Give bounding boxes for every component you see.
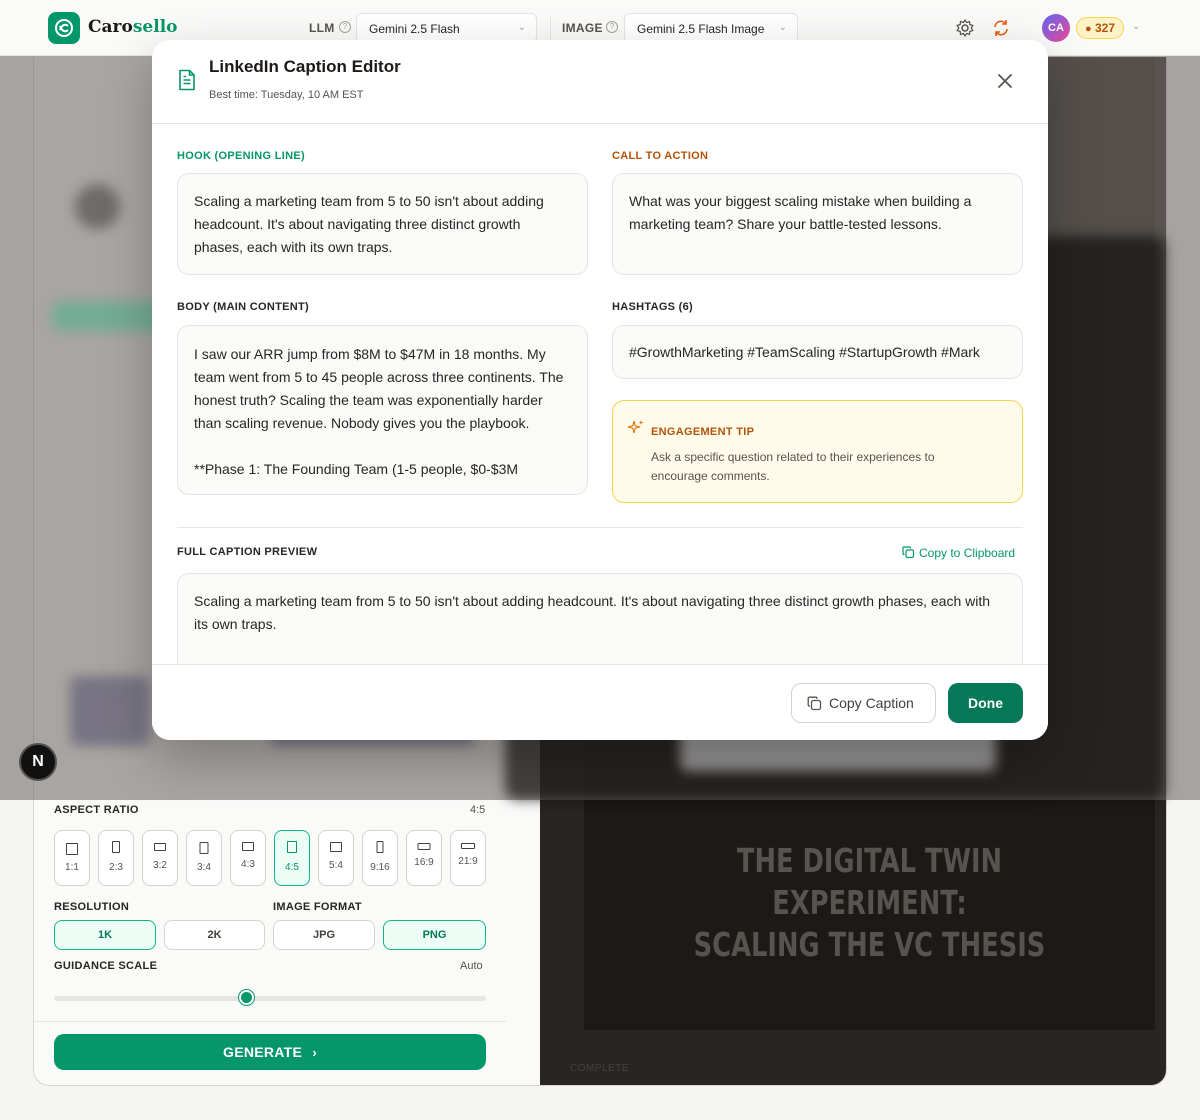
divider <box>177 527 1023 528</box>
status-text: COMPLETE <box>570 1063 630 1074</box>
copy-to-clipboard-label: Copy to Clipboard <box>919 546 1016 560</box>
document-icon <box>179 69 195 91</box>
tip-text: Ask a specific question related to their… <box>651 450 935 483</box>
copy-caption-button[interactable]: Copy Caption <box>791 683 936 723</box>
copy-caption-label: Copy Caption <box>829 695 914 711</box>
credits-count: 327 <box>1095 21 1116 35</box>
aspect-1-1-button[interactable]: 1:1 <box>54 830 90 886</box>
image-help-icon[interactable]: ? <box>606 21 618 33</box>
cta-textarea[interactable]: What was your biggest scaling mistake wh… <box>612 173 1023 275</box>
llm-label: LLM <box>309 21 335 35</box>
guidance-scale-value: Auto <box>460 960 483 972</box>
next-badge[interactable]: N <box>19 743 57 781</box>
hashtags-input[interactable]: #GrowthMarketing #TeamScaling #StartupGr… <box>612 325 1023 379</box>
aspect-21-9-button[interactable]: 21:9 <box>450 830 486 886</box>
refresh-icon[interactable] <box>991 18 1011 38</box>
done-button[interactable]: Done <box>948 683 1023 723</box>
hashtags-text: #GrowthMarketing #TeamScaling #StartupGr… <box>629 344 980 360</box>
llm-help-icon[interactable]: ? <box>339 21 351 33</box>
modal-footer: Copy Caption Done <box>152 664 1048 740</box>
copy-icon <box>902 546 915 559</box>
hashtags-label: HASHTAGS (6) <box>612 301 694 313</box>
llm-select-value: Gemini 2.5 Flash <box>369 22 460 36</box>
copy-to-clipboard-link[interactable]: Copy to Clipboard <box>902 546 1015 560</box>
aspect-5-4-button[interactable]: 5:4 <box>318 830 354 886</box>
body-paragraph: **Phase 1: The Founding Team (1-5 people… <box>194 461 519 477</box>
tip-title: ENGAGEMENT TIP <box>651 426 755 438</box>
engagement-tip: ENGAGEMENT TIP Ask a specific question r… <box>612 400 1023 503</box>
aspect-4-3-button[interactable]: 4:3 <box>230 830 266 886</box>
logo-icon[interactable] <box>48 12 80 44</box>
credits-badge[interactable]: ● 327 <box>1076 17 1125 39</box>
image-select-value: Gemini 2.5 Flash Image <box>637 22 765 36</box>
caption-editor-modal: LinkedIn Caption Editor Best time: Tuesd… <box>152 40 1048 740</box>
avatar[interactable]: CA <box>1042 14 1070 42</box>
format-jpg-button[interactable]: JPG <box>273 920 375 950</box>
cta-text: What was your biggest scaling mistake wh… <box>629 193 972 232</box>
divider <box>34 1021 506 1022</box>
guidance-slider-thumb[interactable] <box>239 990 254 1005</box>
aspect-4-5-button[interactable]: 4:5 <box>274 830 310 886</box>
guidance-scale-label: GUIDANCE SCALE <box>54 960 158 972</box>
hook-text: Scaling a marketing team from 5 to 50 is… <box>194 193 544 255</box>
sparkles-icon <box>628 420 644 434</box>
hook-textarea[interactable]: Scaling a marketing team from 5 to 50 is… <box>177 173 588 275</box>
slide-title: THE DIGITAL TWIN EXPERIMENT: SCALING THE… <box>693 841 1046 964</box>
image-format-label: IMAGE FORMAT <box>273 901 362 913</box>
copy-icon <box>807 696 822 711</box>
llm-select[interactable]: Gemini 2.5 Flash ⌄ <box>356 13 537 43</box>
divider <box>550 16 551 40</box>
aspect-9-16-button[interactable]: 9:16 <box>362 830 398 886</box>
aspect-3-4-button[interactable]: 3:4 <box>186 830 222 886</box>
aspect-2-3-button[interactable]: 2:3 <box>98 830 134 886</box>
resolution-label: RESOLUTION <box>54 901 130 913</box>
best-time-text: Best time: Tuesday, 10 AM EST <box>209 89 364 101</box>
close-icon[interactable] <box>994 70 1016 92</box>
chevron-down-icon[interactable]: ⌄ <box>1132 21 1140 32</box>
gear-icon[interactable] <box>955 18 975 38</box>
modal-header: LinkedIn Caption Editor Best time: Tuesd… <box>152 40 1048 124</box>
body-textarea[interactable]: I saw our ARR jump from $8M to $47M in 1… <box>177 325 588 495</box>
aspect-3-2-button[interactable]: 3:2 <box>142 830 178 886</box>
aspect-16-9-button[interactable]: 16:9 <box>406 830 442 886</box>
generate-button[interactable]: GENERATE › <box>54 1034 486 1070</box>
body-label: BODY (MAIN CONTENT) <box>177 301 309 313</box>
aspect-ratio-label: ASPECT RATIO <box>54 804 139 816</box>
hook-label: HOOK (OPENING LINE) <box>177 150 305 162</box>
coins-icon: ● <box>1085 23 1092 35</box>
aspect-ratio-value: 4:5 <box>470 804 486 816</box>
image-select[interactable]: Gemini 2.5 Flash Image ⌄ <box>624 13 798 43</box>
caption-preview-text: Scaling a marketing team from 5 to 50 is… <box>194 593 991 632</box>
guidance-slider-track[interactable] <box>54 996 486 1001</box>
cta-label: CALL TO ACTION <box>612 150 709 162</box>
image-label: IMAGE <box>562 21 603 35</box>
app-name[interactable]: Carosello <box>88 17 178 37</box>
chevron-right-icon: › <box>312 1045 317 1060</box>
chevron-down-icon: ⌄ <box>778 22 787 33</box>
modal-title: LinkedIn Caption Editor <box>209 57 401 76</box>
generate-label: GENERATE <box>223 1044 303 1060</box>
preview-label: FULL CAPTION PREVIEW <box>177 546 318 558</box>
body-paragraph: I saw our ARR jump from $8M to $47M in 1… <box>194 346 564 431</box>
chevron-down-icon: ⌄ <box>517 22 526 33</box>
format-png-button[interactable]: PNG <box>383 920 486 950</box>
resolution-2k-button[interactable]: 2K <box>164 920 265 950</box>
resolution-1k-button[interactable]: 1K <box>54 920 156 950</box>
